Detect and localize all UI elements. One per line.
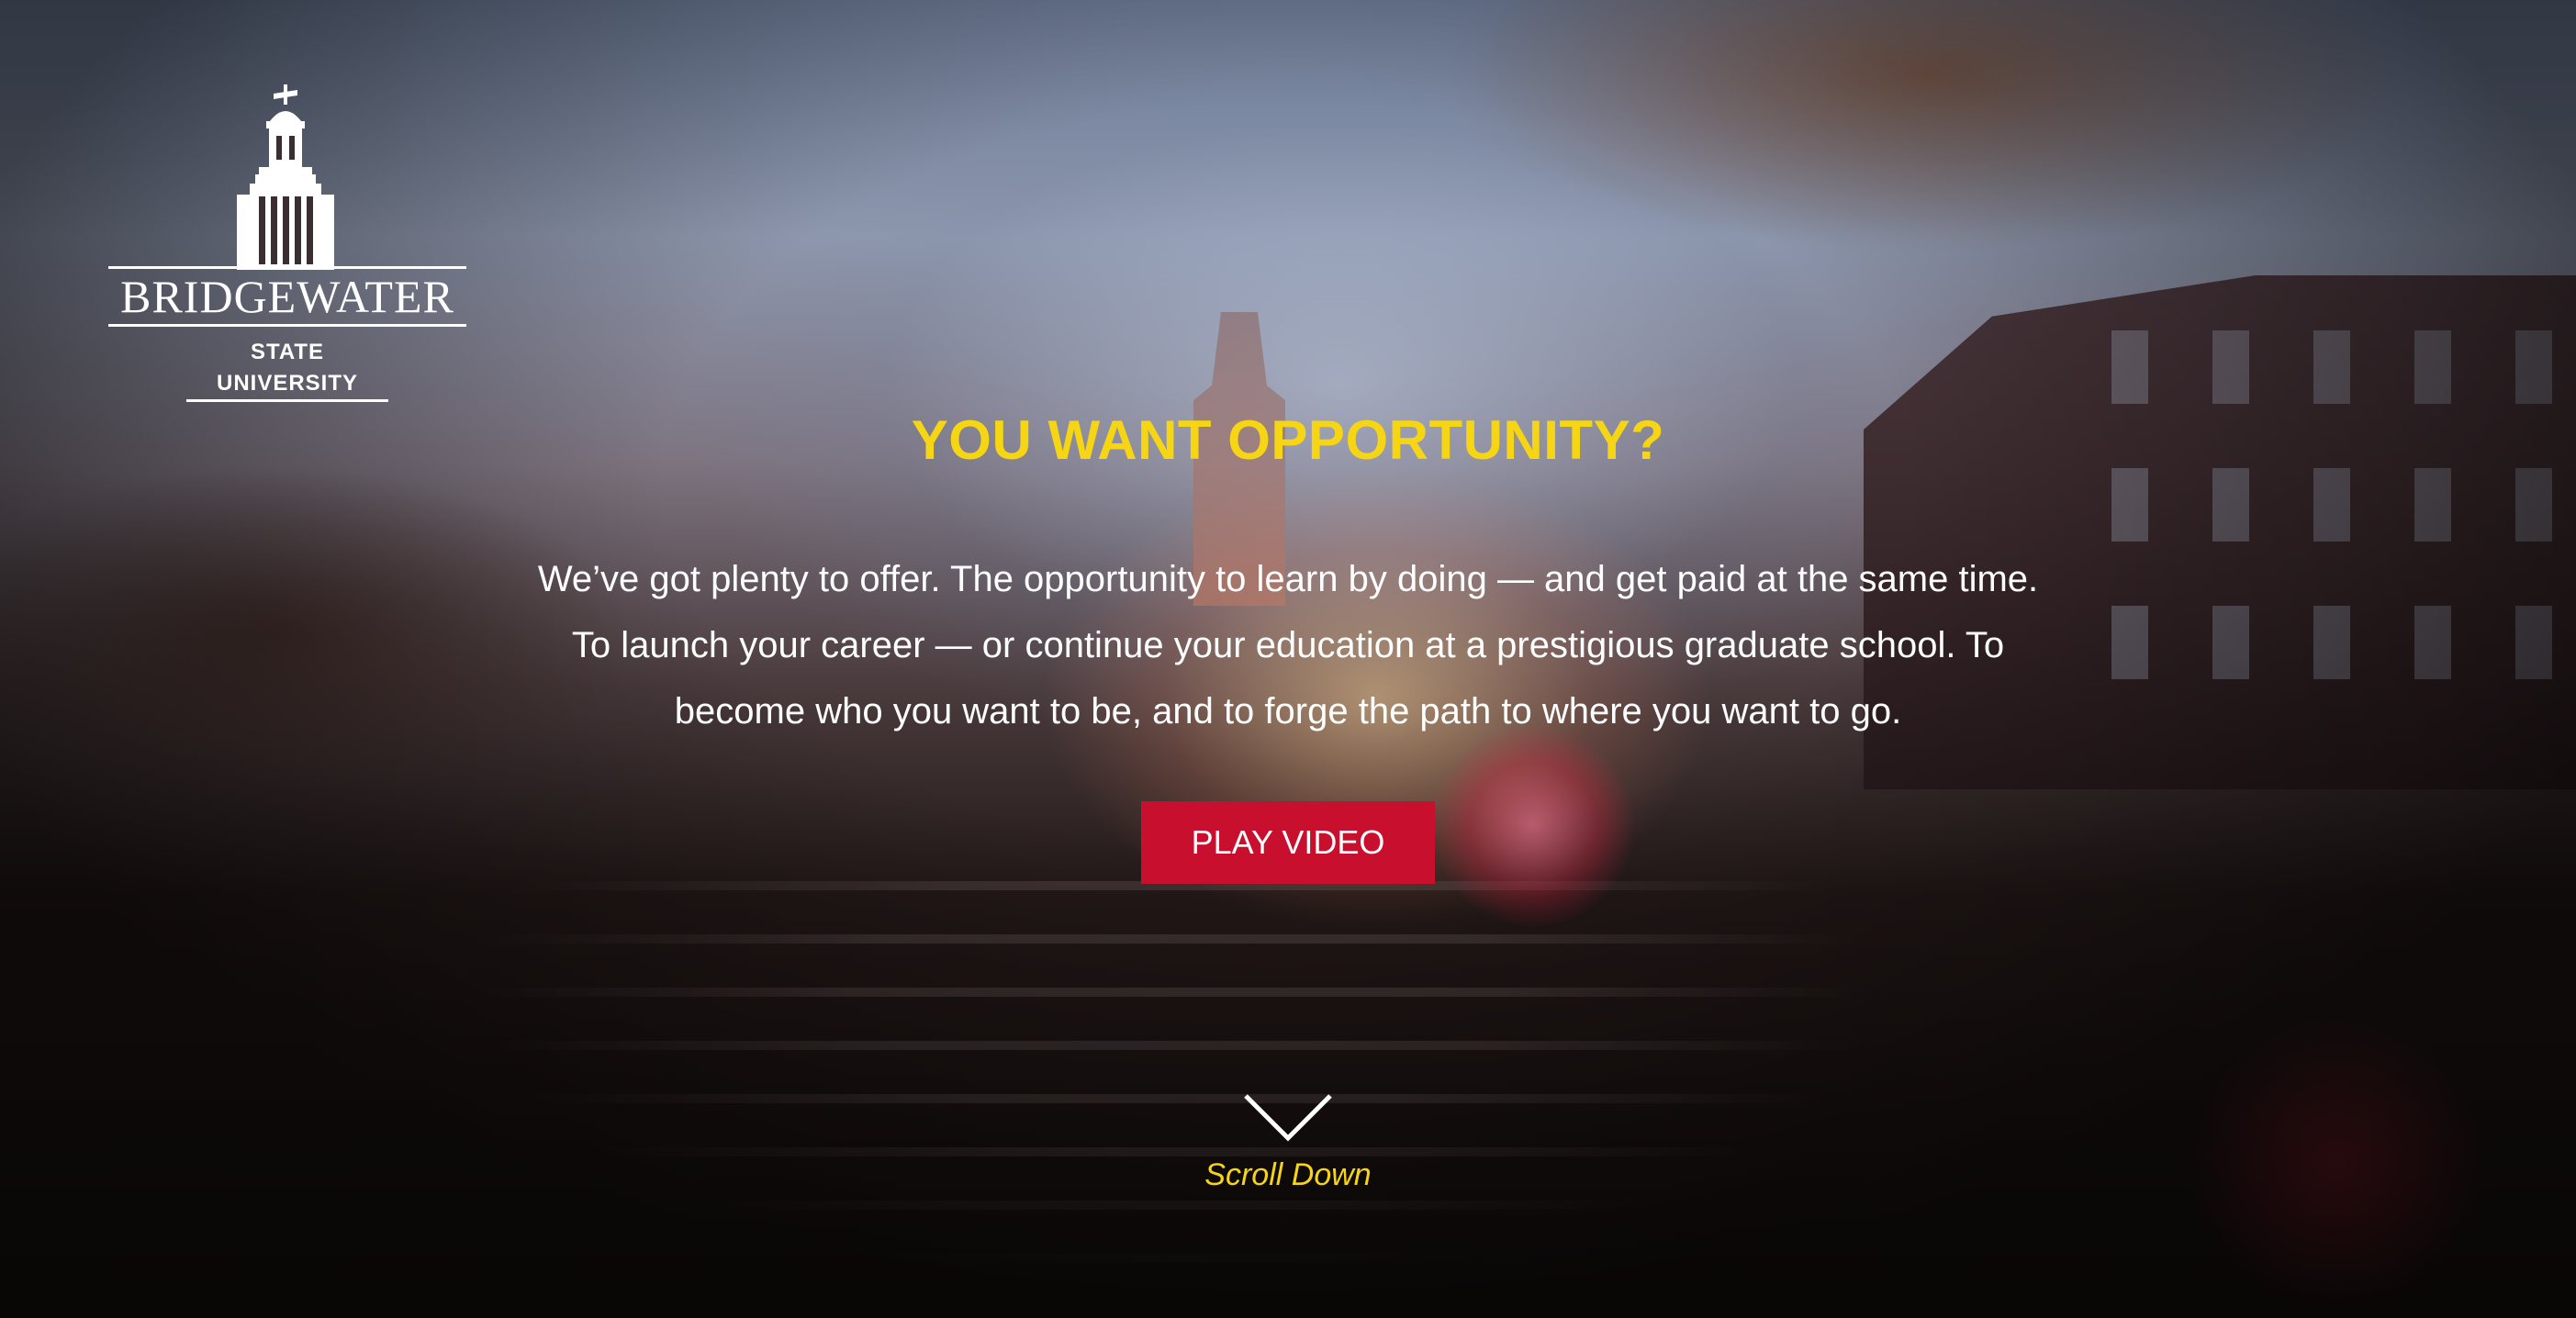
scroll-down-label: Scroll Down: [1204, 1157, 1372, 1192]
hero-headline: YOU WANT OPPORTUNITY?: [911, 409, 1665, 471]
logo-subtitle: STATE UNIVERSITY: [186, 337, 388, 402]
university-logo[interactable]: BRIDGEWATER STATE UNIVERSITY: [108, 84, 466, 402]
play-video-button[interactable]: PLAY VIDEO: [1141, 801, 1435, 884]
hero-intro-text: We’ve got plenty to offer. The opportuni…: [537, 559, 2039, 732]
hero-section: BRIDGEWATER STATE UNIVERSITY YOU WANT OP…: [0, 0, 2576, 1318]
logo-name: BRIDGEWATER: [108, 266, 466, 327]
chevron-down-icon: [1150, 1092, 1426, 1144]
scroll-down-link[interactable]: Scroll Down: [1150, 1092, 1426, 1212]
